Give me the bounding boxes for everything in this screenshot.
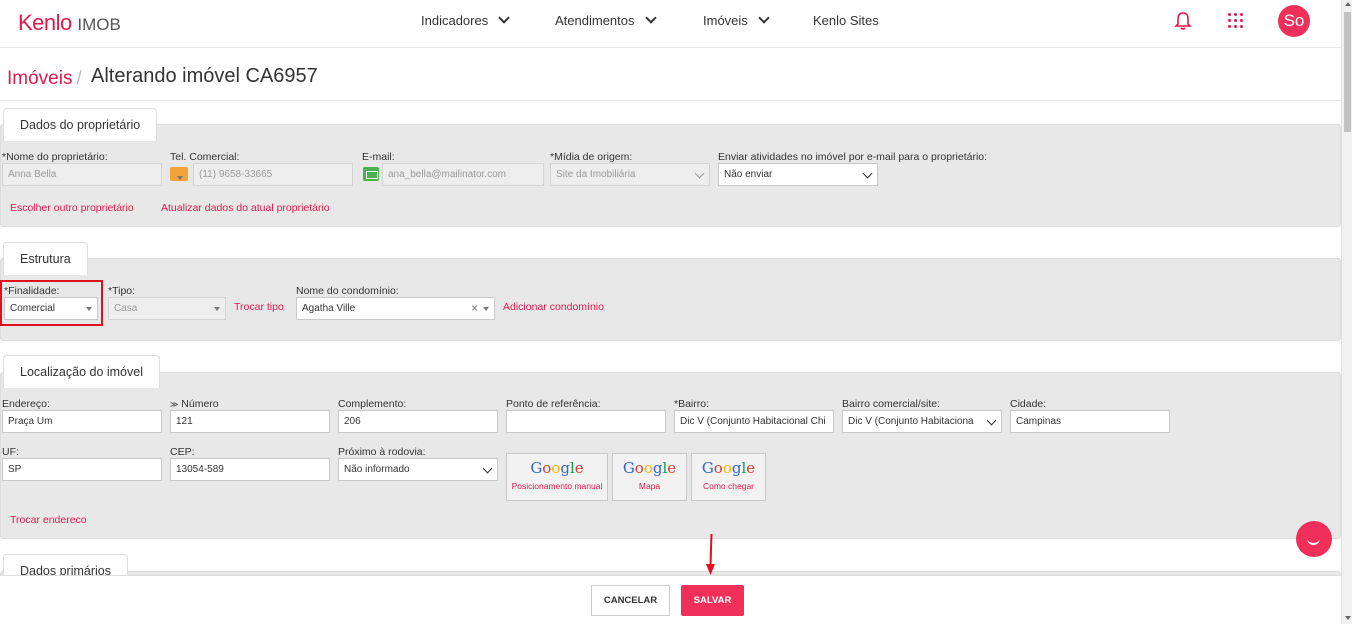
nav-label: Kenlo Sites — [813, 13, 879, 28]
change-type-link[interactable]: Trocar tipo — [234, 301, 284, 313]
condo-select[interactable]: Agatha Ville × — [296, 297, 495, 320]
clear-icon[interactable]: × — [471, 298, 478, 319]
page-title: Alterando imóvel CA6957 — [91, 65, 318, 87]
complemento-label: Complemento: — [338, 398, 407, 410]
breadcrumb-parent[interactable]: Imóveis — [7, 68, 72, 89]
media-label: *Mídia de origem: — [550, 151, 633, 163]
numero-field[interactable]: 121 — [170, 410, 330, 433]
vertical-scrollbar[interactable] — [1341, 0, 1352, 624]
owner-name-label: *Nome do proprietário: — [2, 151, 108, 163]
choose-owner-link[interactable]: Escolher outro proprietário — [10, 202, 134, 214]
update-owner-link[interactable]: Atualizar dados do atual proprietário — [161, 202, 330, 214]
cancel-button[interactable]: CANCELAR — [591, 585, 670, 616]
change-address-link[interactable]: Trocar endereco — [10, 514, 87, 526]
rodovia-select[interactable]: Não informado — [338, 458, 498, 481]
cep-label: CEP: — [170, 446, 195, 458]
tab-primary-data: Dados primários — [3, 554, 129, 575]
owner-name-field[interactable]: Anna Bella — [2, 163, 162, 186]
scroll-down-icon[interactable] — [1345, 616, 1351, 620]
nav-label: Indicadores — [421, 13, 489, 28]
numero-label: ≫ Número — [170, 398, 219, 410]
tab-owner: Dados do proprietário — [3, 108, 158, 141]
phone-label: Tel. Comercial: — [170, 151, 240, 163]
breadcrumb-separator: / — [76, 68, 82, 89]
annotation-arrow-icon — [706, 534, 715, 575]
activities-label: Enviar atividades no imóvel por e-mail p… — [718, 151, 988, 163]
media-select[interactable]: Site da Imobiliária — [550, 163, 710, 186]
rodovia-label: Próximo à rodovia: — [338, 446, 426, 458]
email-label: E-mail: — [362, 151, 395, 163]
kenlo-logo[interactable]: Kenlo IMOB — [18, 10, 121, 36]
google-button-caption: Posicionamento manual — [511, 481, 603, 491]
nav-indicadores[interactable]: Indicadores — [421, 12, 510, 28]
top-navbar: Kenlo IMOB Indicadores Atendimentos Imóv… — [0, 0, 1341, 48]
apps-grid-icon[interactable] — [1228, 13, 1243, 28]
google-manual-position-button[interactable]: Google Posicionamento manual — [506, 453, 608, 501]
tab-location: Localização do imóvel — [3, 355, 160, 388]
google-logo: Google — [530, 459, 584, 477]
condo-label: Nome do condomínio: — [296, 285, 399, 297]
google-button-caption: Como chegar — [702, 481, 755, 491]
chevron-down-icon — [498, 12, 510, 24]
nav-label: Imóveis — [703, 13, 748, 28]
google-button-caption: Mapa — [638, 481, 661, 491]
scroll-up-icon[interactable] — [1345, 2, 1351, 6]
breadcrumb[interactable]: Imóveis / — [7, 68, 82, 90]
numero-label-text: Número — [181, 398, 219, 410]
page-header: Imóveis / Alterando imóvel CA6957 — [0, 51, 1341, 101]
highlight-box — [0, 280, 103, 326]
brand-name: Kenlo — [18, 10, 72, 35]
cidade-label: Cidade: — [1010, 398, 1047, 410]
google-directions-button[interactable]: Google Como chegar — [691, 453, 766, 501]
bairro-label: *Bairro: — [674, 398, 710, 410]
avatar[interactable]: So — [1278, 5, 1310, 37]
bairro-comercial-label: Bairro comercial/site: — [842, 398, 941, 410]
double-chevron-icon: ≫ — [170, 400, 179, 409]
brand-product: IMOB — [77, 15, 121, 34]
tipo-label: *Tipo: — [108, 285, 136, 297]
form-content: Dados do proprietário *Nome do proprietá… — [0, 101, 1341, 575]
google-logo: Google — [622, 459, 677, 477]
phone-field[interactable]: (11) 9658-33665 — [193, 163, 353, 186]
chevron-down-icon — [644, 12, 657, 24]
endereco-field[interactable]: Praça Um — [2, 410, 162, 433]
nav-atendimentos[interactable]: Atendimentos — [555, 12, 657, 28]
nav-label: Atendimentos — [555, 13, 635, 28]
add-condo-link[interactable]: Adicionar condomínio — [503, 301, 604, 313]
nav-kenlo-sites[interactable]: Kenlo Sites — [813, 13, 879, 28]
referencia-label: Ponto de referência: — [506, 398, 601, 410]
save-button[interactable]: SALVAR — [681, 585, 744, 616]
endereco-label: Endereço: — [2, 398, 50, 410]
referencia-field[interactable] — [506, 410, 666, 433]
form-footer: CANCELAR SALVAR — [0, 575, 1341, 624]
tab-structure: Estrutura — [3, 242, 88, 275]
complemento-field[interactable]: 206 — [338, 410, 498, 433]
activities-select[interactable]: Não enviar — [718, 163, 878, 186]
bairro-comercial-select[interactable]: Dic V (Conjunto Habitaciona — [842, 410, 1002, 433]
nav-imoveis[interactable]: Imóveis — [703, 12, 770, 28]
bell-icon[interactable] — [1174, 11, 1192, 31]
cidade-field[interactable]: Campinas — [1010, 410, 1170, 433]
bairro-field[interactable]: Dic V (Conjunto Habitacional Chi — [674, 410, 834, 433]
email-field[interactable]: ana_bella@mailinator.com — [382, 163, 544, 186]
phone-icon[interactable] — [170, 167, 188, 181]
uf-label: UF: — [2, 446, 19, 458]
tipo-select[interactable]: Casa — [108, 297, 226, 320]
uf-field[interactable]: SP — [2, 458, 162, 481]
google-map-button[interactable]: Google Mapa — [612, 453, 687, 501]
condo-value: Agatha Ville — [302, 303, 356, 314]
google-logo: Google — [701, 459, 756, 477]
scroll-thumb[interactable] — [1344, 12, 1351, 132]
cep-field[interactable]: 13054-589 — [170, 458, 330, 481]
chat-icon[interactable] — [1296, 521, 1332, 557]
chevron-down-icon — [758, 12, 770, 24]
mail-icon — [363, 167, 379, 181]
